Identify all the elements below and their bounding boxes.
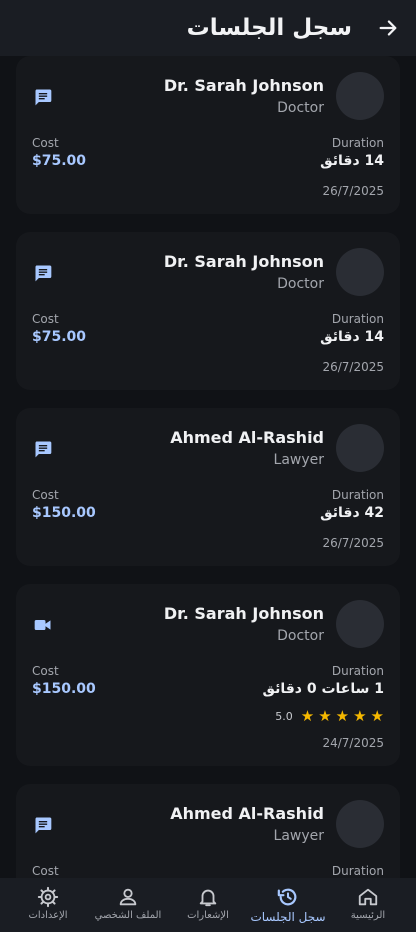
cost-label: Cost [32, 864, 59, 878]
session-card[interactable]: Ahmed Al-Rashid Lawyer Cost Duration [16, 784, 400, 878]
nav-label: الرئيسية [350, 910, 386, 921]
duration-label: Duration [331, 136, 384, 150]
nav-label: الملف الشخصي [94, 910, 162, 921]
app-bar: سجل الجلسات [0, 0, 416, 56]
session-card[interactable]: Ahmed Al-Rashid Lawyer Cost Duration $15… [16, 408, 400, 566]
avatar [336, 248, 384, 296]
duration-value: 14 دقائق [320, 153, 384, 169]
rating: 5.0 ★ ★ ★ ★ ★ [275, 708, 384, 724]
nav-label: الإعدادات [28, 910, 68, 921]
duration-value: 1 ساعات 0 دقائق [262, 681, 384, 697]
provider-role: Doctor [277, 100, 324, 116]
star-icon: ★ [353, 707, 367, 725]
home-icon [358, 888, 378, 906]
provider-name: Dr. Sarah Johnson [163, 604, 324, 623]
duration-label: Duration [331, 312, 384, 326]
cost-value: $150.00 [32, 505, 96, 521]
star-icon: ★ [300, 707, 315, 725]
cost-label: Cost [32, 664, 59, 678]
nav-notifications[interactable]: الإشعارات [168, 878, 248, 932]
provider-name: Ahmed Al-Rashid [170, 428, 324, 447]
gear-icon [37, 886, 59, 908]
cost-label: Cost [32, 312, 59, 326]
duration-value: 14 دقائق [320, 329, 384, 345]
session-card[interactable]: Dr. Sarah Johnson Doctor Cost Duration $… [16, 56, 400, 214]
cost-value: $75.00 [32, 329, 87, 345]
star-icon: ★ [370, 707, 384, 725]
history-icon [277, 888, 297, 906]
cost-label: Cost [32, 488, 59, 502]
session-date: 26/7/2025 [322, 184, 384, 198]
bottom-nav: الإعدادات الملف الشخصي الإشعارات سجل الج… [0, 878, 416, 932]
star-icon: ★ [335, 707, 350, 725]
session-date: 24/7/2025 [322, 736, 384, 750]
avatar [336, 72, 384, 120]
duration-label: Duration [331, 488, 384, 502]
provider-name: Dr. Sarah Johnson [163, 76, 324, 95]
session-card[interactable]: Dr. Sarah Johnson Doctor Cost Duration $… [16, 232, 400, 390]
chat-icon [35, 441, 52, 458]
provider-name: Dr. Sarah Johnson [163, 252, 324, 271]
chat-icon [35, 89, 52, 106]
duration-label: Duration [331, 864, 384, 878]
avatar [336, 424, 384, 472]
bell-icon [199, 889, 217, 907]
nav-settings[interactable]: الإعدادات [8, 878, 88, 932]
provider-role: Doctor [277, 628, 324, 644]
provider-name: Ahmed Al-Rashid [170, 804, 324, 823]
chat-icon [35, 817, 52, 834]
provider-role: Lawyer [273, 452, 324, 468]
session-date: 26/7/2025 [322, 536, 384, 550]
star-icon: ★ [318, 707, 332, 725]
nav-home[interactable]: الرئيسية [328, 878, 408, 932]
cost-value: $150.00 [32, 681, 96, 697]
videocam-icon [34, 620, 51, 630]
cost-value: $75.00 [32, 153, 87, 169]
avatar [336, 800, 384, 848]
person-icon [119, 888, 137, 906]
page-title: سجل الجلسات [186, 15, 352, 41]
back-button[interactable] [376, 16, 400, 40]
session-list[interactable]: Dr. Sarah Johnson Doctor Cost Duration $… [0, 56, 416, 878]
chat-icon [35, 265, 52, 282]
cost-label: Cost [32, 136, 59, 150]
duration-value: 42 دقائق [320, 505, 384, 521]
avatar [336, 600, 384, 648]
nav-session-history[interactable]: سجل الجلسات [248, 878, 328, 932]
nav-profile[interactable]: الملف الشخصي [88, 878, 168, 932]
provider-role: Doctor [277, 276, 324, 292]
arrow-forward-icon [379, 20, 397, 36]
session-date: 26/7/2025 [322, 360, 384, 374]
nav-label: الإشعارات [187, 910, 229, 921]
session-card[interactable]: Dr. Sarah Johnson Doctor Cost Duration $… [16, 584, 400, 766]
nav-label: سجل الجلسات [250, 910, 326, 924]
provider-role: Lawyer [273, 828, 324, 844]
rating-value: 5.0 [275, 709, 293, 723]
duration-label: Duration [331, 664, 384, 678]
